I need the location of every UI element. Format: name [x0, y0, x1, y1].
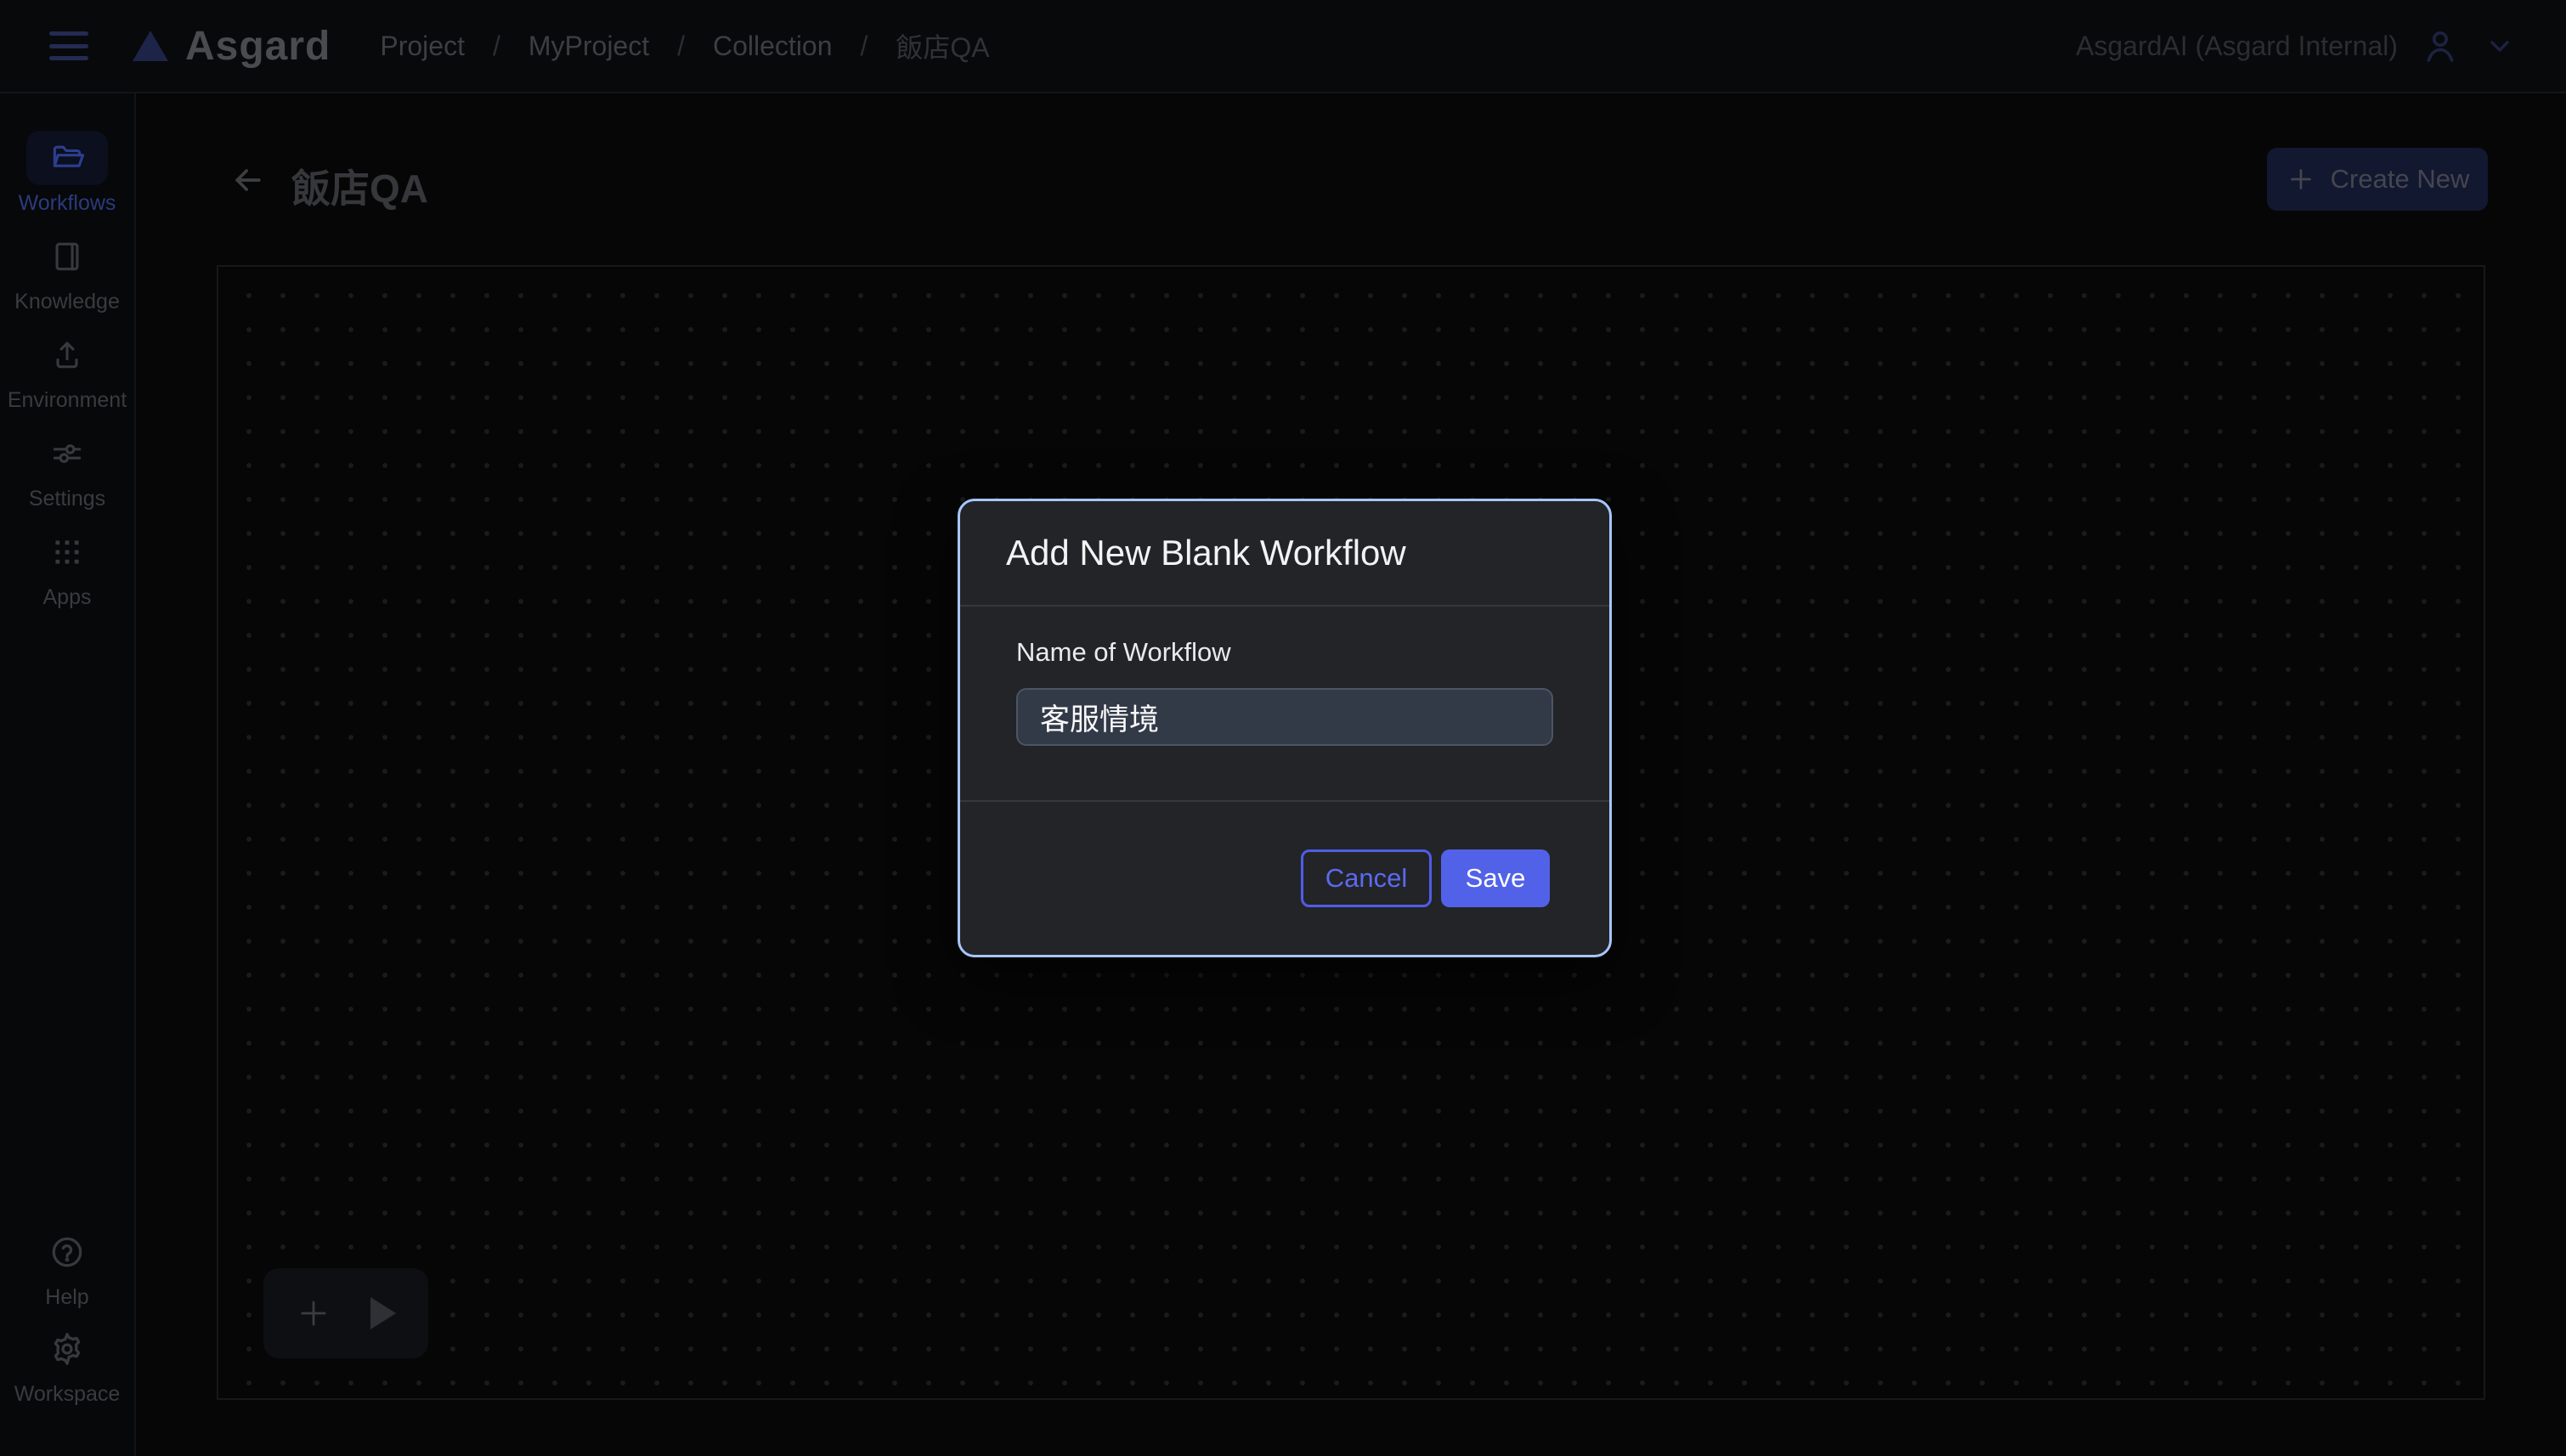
app-root: Asgard Project / MyProject / Collection …: [0, 0, 2566, 1456]
dialog-header: Add New Blank Workflow: [960, 501, 1609, 607]
workflow-name-label: Name of Workflow: [1016, 637, 1231, 667]
dialog-body: Name of Workflow: [960, 607, 1609, 800]
save-button[interactable]: Save: [1441, 849, 1550, 907]
workflow-name-input[interactable]: [1016, 688, 1553, 746]
dialog-title: Add New Blank Workflow: [1006, 533, 1406, 573]
cancel-button[interactable]: Cancel: [1301, 849, 1432, 907]
dialog-footer: Cancel Save: [960, 800, 1609, 955]
add-workflow-dialog: Add New Blank Workflow Name of Workflow …: [958, 499, 1612, 957]
